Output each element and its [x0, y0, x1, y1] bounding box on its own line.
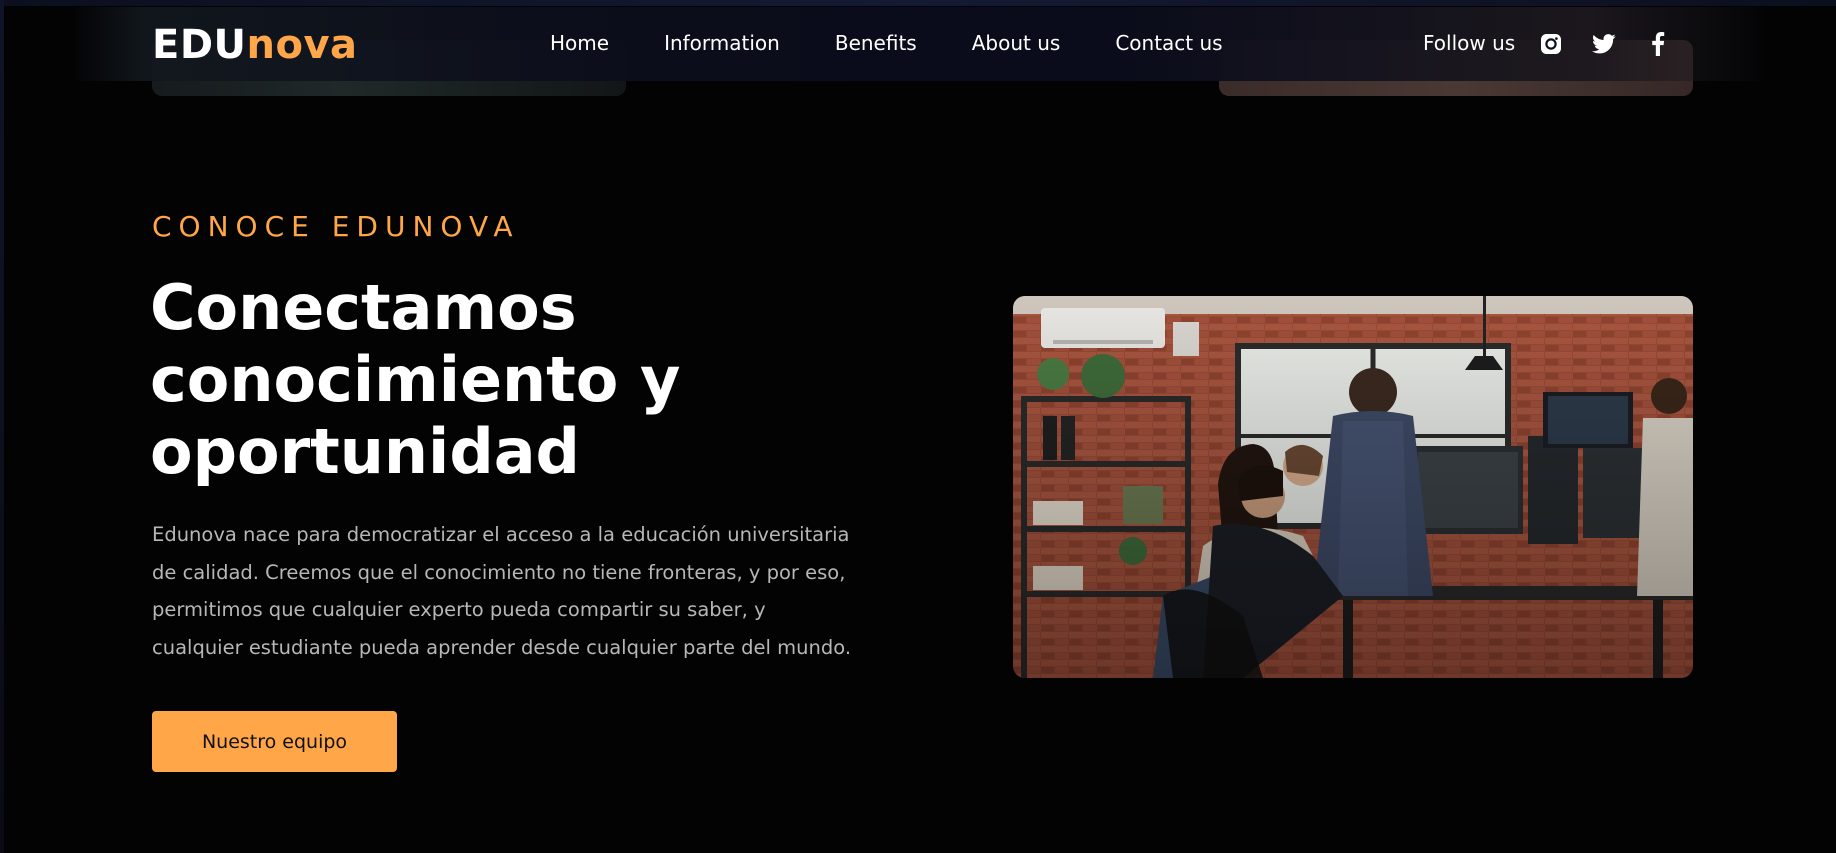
- nav-link-contact-us[interactable]: Contact us: [1115, 30, 1222, 56]
- nav-link-benefits[interactable]: Benefits: [835, 30, 917, 56]
- office-team-image: [1013, 296, 1693, 678]
- logo-part-edu: EDU: [152, 22, 247, 68]
- top-strip: [0, 0, 1836, 6]
- follow-us-label: Follow us: [1423, 31, 1516, 55]
- nav-link-home[interactable]: Home: [550, 30, 609, 56]
- left-edge: [0, 0, 4, 853]
- hero-headline-line-1: Conectamos: [150, 271, 577, 344]
- hero-headline: Conectamos conocimiento y oportunidad: [150, 272, 870, 488]
- logo[interactable]: EDUnova: [152, 22, 358, 68]
- hero-headline-line-2: conocimiento y: [150, 343, 681, 416]
- landing-page: EDUnova Home Information Benefits About …: [0, 0, 1836, 853]
- hero-description: Edunova nace para democratizar el acceso…: [152, 523, 852, 659]
- twitter-icon[interactable]: [1591, 31, 1617, 57]
- nav-link-about-us[interactable]: About us: [972, 30, 1061, 56]
- logo-part-nova: nova: [246, 22, 358, 68]
- facebook-icon[interactable]: [1645, 31, 1671, 57]
- nav-link-information[interactable]: Information: [664, 30, 780, 56]
- instagram-icon[interactable]: [1538, 31, 1564, 57]
- section-eyebrow: CONOCE EDUNOVA: [152, 210, 520, 243]
- hero-headline-line-3: oportunidad: [150, 415, 580, 488]
- nuestro-equipo-button[interactable]: Nuestro equipo: [152, 711, 397, 772]
- nav-links: Home Information Benefits About us Conta…: [550, 30, 1278, 56]
